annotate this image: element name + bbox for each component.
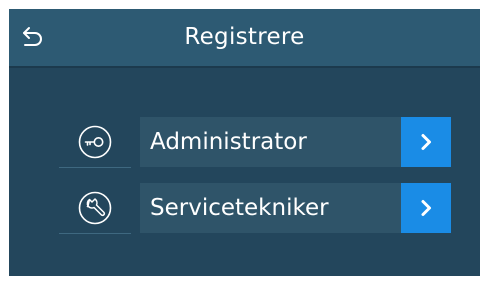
open-servicetekniker-button[interactable] (401, 183, 451, 233)
menu-item-label: Servicetekniker (140, 183, 401, 233)
icon-divider (59, 233, 131, 234)
chevron-right-icon (421, 134, 431, 150)
screen: Registrere Administrator Servicetekniker (0, 0, 490, 284)
menu-item-label: Administrator (140, 117, 401, 167)
back-button[interactable] (13, 17, 53, 57)
chevron-right-icon (421, 200, 431, 216)
menu-item-icon-container (59, 182, 131, 234)
open-administrator-button[interactable] (401, 117, 451, 167)
registration-panel: Registrere Administrator Servicetekniker (9, 9, 480, 276)
menu-item-administrator[interactable]: Administrator (59, 116, 451, 168)
menu-item-servicetekniker[interactable]: Servicetekniker (59, 182, 451, 234)
header-divider (9, 66, 480, 68)
icon-divider (59, 167, 131, 168)
back-arrow-icon (23, 27, 42, 46)
wrench-icon (78, 191, 112, 225)
header-bar: Registrere (9, 9, 480, 66)
page-title: Registrere (184, 24, 305, 50)
key-icon (78, 125, 112, 159)
menu-item-icon-container (59, 116, 131, 168)
